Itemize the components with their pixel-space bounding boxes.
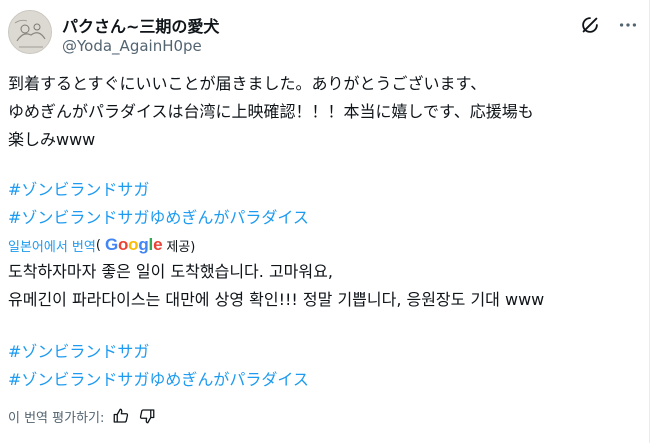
more-options-icon[interactable] [616, 14, 640, 36]
grok-icon[interactable] [579, 14, 601, 36]
translated-text-line: 도착하자마자 좋은 일이 도착했습니다. 고마워요, [8, 262, 333, 281]
provided-by-text: 제공) [166, 239, 196, 255]
rate-translation-row: 이 번역 평가하기: [8, 405, 156, 427]
tweet-text-line: 楽しみwww [8, 130, 96, 149]
avatar-image [9, 11, 51, 53]
thumbs-up-icon[interactable] [112, 407, 130, 425]
translated-hashtag-link[interactable]: #ゾンビランドサガ [8, 338, 149, 366]
translated-text-line: 유메긴이 파라다이스는 대만에 상영 확인!!! 정말 기쁩니다, 응원장도 기… [8, 290, 545, 309]
translated-from-label[interactable]: 일본어에서 번역 ( Google 제공) [8, 235, 195, 255]
avatar[interactable] [8, 10, 52, 54]
user-handle[interactable]: @Yoda_AgainH0pe [62, 37, 202, 55]
hashtag-link[interactable]: #ゾンビランドサガゆめぎんがパラダイス [8, 204, 309, 232]
thumbs-down-icon[interactable] [138, 407, 156, 425]
display-name[interactable]: パクさん~三期の愛犬 [62, 13, 219, 37]
translated-from-text: 일본어에서 번역 [8, 239, 96, 255]
google-logo: Google [104, 235, 163, 254]
tweet-text-line: ゆめぎんがパラダイスは台湾に上映確認！！！本当に嬉しです、応援場も [8, 102, 534, 121]
translated-hashtag-link[interactable]: #ゾンビランドサガゆめぎんがパラダイス [8, 366, 309, 394]
hashtag-link[interactable]: #ゾンビランドサガ [8, 176, 149, 204]
open-paren: ( [95, 237, 101, 253]
tweet: パクさん~三期の愛犬 @Yoda_AgainH0pe 到着するとすぐにいいことが… [0, 0, 650, 443]
rate-translation-label: 이 번역 평가하기: [8, 410, 105, 426]
tweet-text-line: 到着するとすぐにいいことが届きました。ありがとうございます、 [8, 74, 487, 93]
